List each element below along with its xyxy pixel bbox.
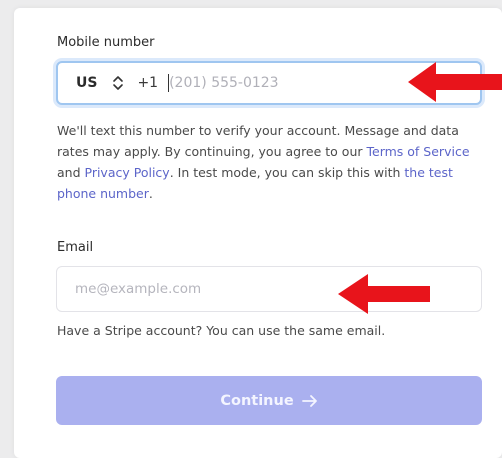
arrow-right-icon — [301, 394, 317, 407]
country-code: US — [76, 75, 98, 91]
privacy-policy-link[interactable]: Privacy Policy — [85, 165, 170, 180]
annotation-arrow-icon — [408, 62, 502, 102]
continue-button[interactable]: Continue — [56, 376, 482, 425]
email-hint: Have a Stripe account? You can use the s… — [57, 323, 386, 338]
phone-help-text: We'll text this number to verify your ac… — [57, 120, 485, 204]
phone-input[interactable] — [169, 75, 370, 91]
dial-code: +1 — [137, 75, 159, 91]
continue-label: Continue — [220, 392, 294, 409]
email-label: Email — [57, 240, 94, 255]
mobile-number-label: Mobile number — [57, 35, 155, 50]
help-text-part: and — [57, 165, 85, 180]
help-text-part: . — [148, 186, 153, 201]
chevron-up-down-icon — [113, 76, 124, 90]
annotation-arrow-icon — [338, 274, 430, 314]
help-text-part: . In test mode, you can skip this with — [169, 165, 405, 180]
terms-of-service-link[interactable]: Terms of Service — [367, 144, 470, 159]
country-selector[interactable]: US — [76, 75, 125, 91]
